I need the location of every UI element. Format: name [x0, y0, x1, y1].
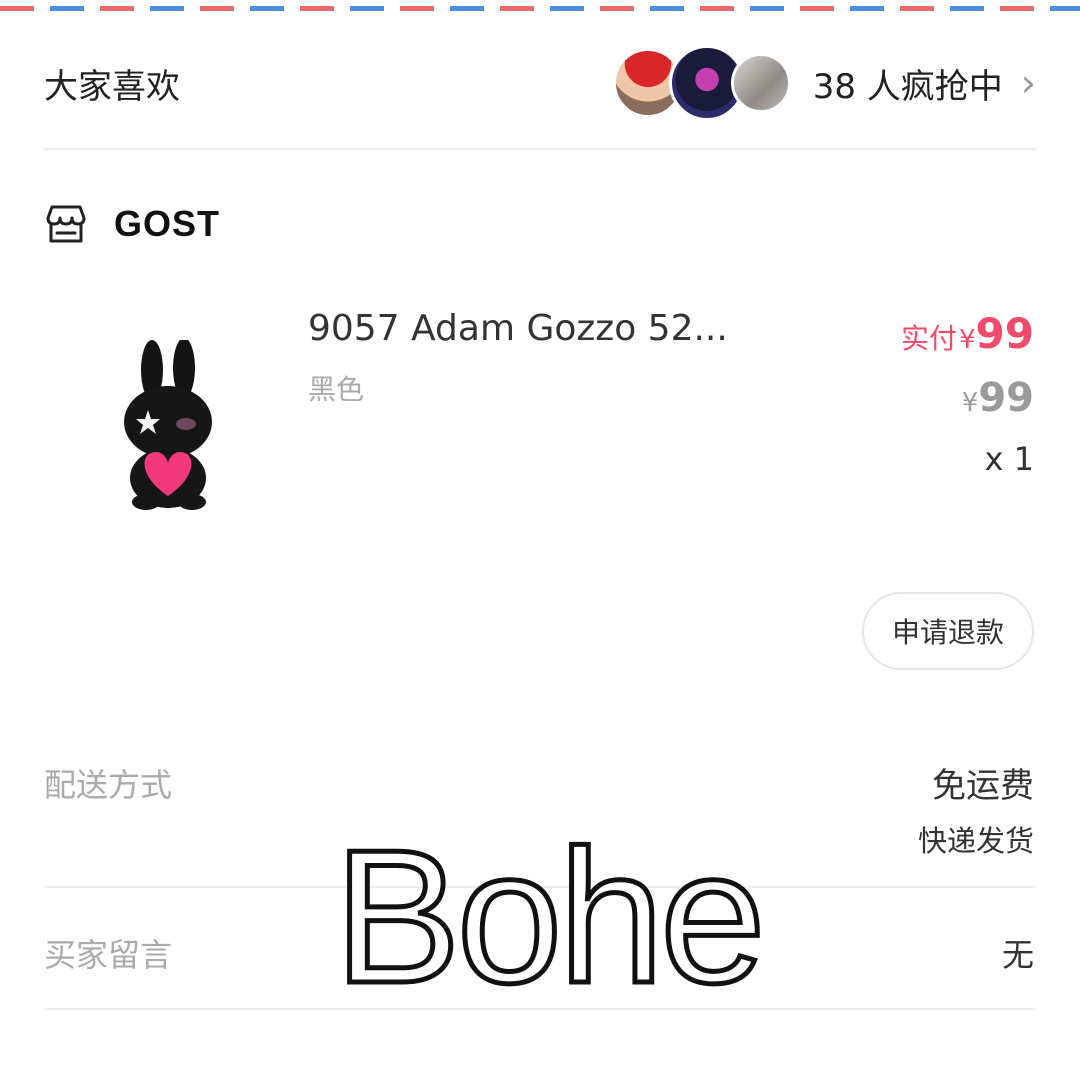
paid-label: 实付	[900, 322, 957, 355]
rush-info[interactable]: 38 人疯抢中 ›	[612, 45, 1036, 121]
buyer-avatars	[612, 45, 791, 121]
product-image[interactable]	[110, 340, 230, 510]
bunny-plush-icon	[124, 340, 212, 510]
rush-count-text: 38 人疯抢中	[812, 66, 1003, 107]
currency-symbol: ¥	[961, 388, 979, 418]
avatar	[730, 53, 791, 113]
shipping-method-label: 配送方式	[44, 766, 173, 804]
shipping-method-value: 免运费	[932, 766, 1034, 806]
shop-name: GOST	[114, 203, 221, 244]
original-price: ¥99	[901, 371, 1034, 433]
shipping-method-sub-value: 快递发货	[917, 824, 1034, 858]
watermark-text: Bohe	[332, 811, 769, 1023]
currency-symbol: ¥	[959, 325, 976, 355]
buyer-message-label: 买家留言	[44, 936, 173, 974]
original-price-value: 99	[978, 375, 1034, 421]
chevron-right-icon: ›	[1020, 61, 1036, 105]
divider	[44, 148, 1036, 150]
paid-price: 实付¥99	[901, 306, 1034, 371]
store-icon	[46, 205, 86, 243]
everyone-likes-row[interactable]: 大家喜欢 38 人疯抢中 ›	[44, 40, 1036, 126]
buyer-message-value: 无	[1001, 936, 1034, 974]
shop-header[interactable]: GOST	[44, 202, 220, 246]
product-title[interactable]: 9057 Adam Gozzo 52...	[308, 308, 728, 349]
request-refund-button[interactable]: 申请退款	[862, 592, 1034, 670]
product-variant: 黑色	[308, 373, 365, 406]
airmail-border	[0, 6, 1080, 11]
everyone-likes-title: 大家喜欢	[44, 66, 180, 107]
quantity: x 1	[984, 440, 1034, 478]
price-column: 实付¥99 ¥99 x 1	[901, 306, 1034, 485]
paid-price-value: 99	[975, 309, 1034, 358]
